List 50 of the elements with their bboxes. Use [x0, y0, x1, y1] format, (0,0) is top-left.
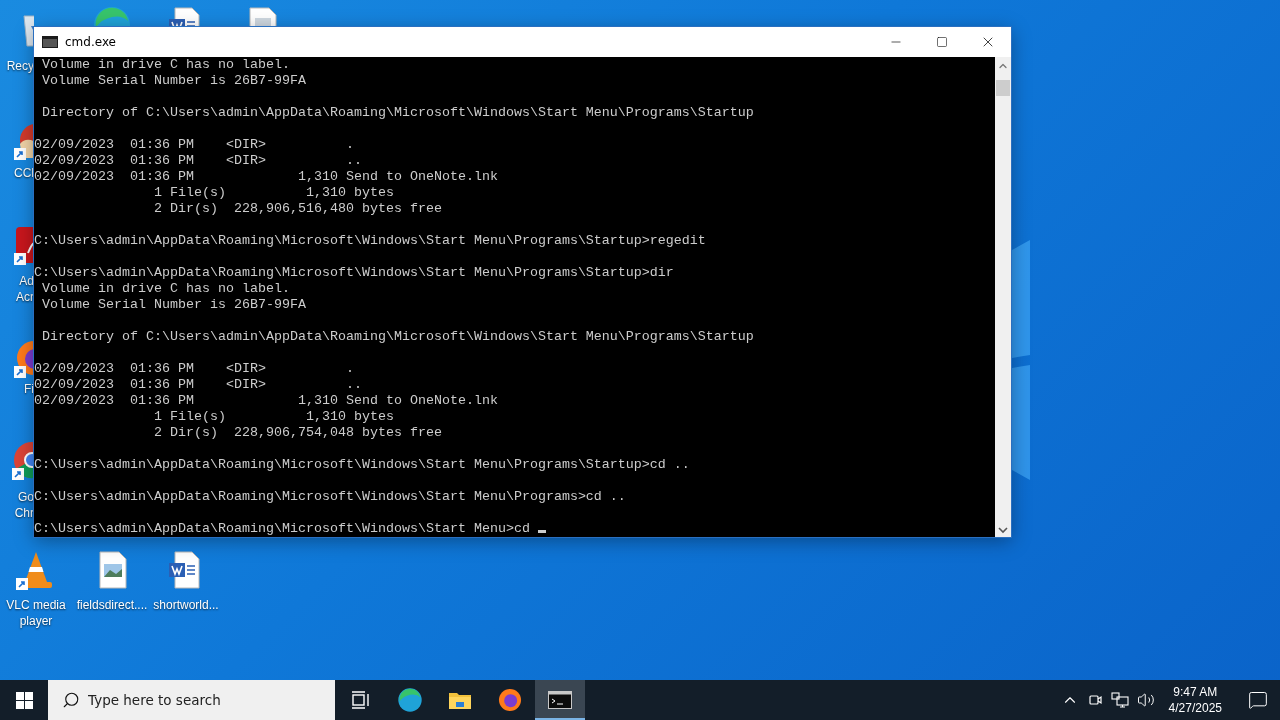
icon-label: fieldsdirect....: [75, 597, 149, 613]
console-line: C:\Users\admin\AppData\Roaming\Microsoft\Windows\Start Menu\Programs\Startup>cd ..: [34, 457, 690, 472]
icon-label: VLC media player: [5, 597, 67, 629]
task-view-icon: [350, 691, 370, 709]
terminal-icon: [548, 691, 572, 709]
console-line: 02/09/2023 01:36 PM <DIR> ..: [34, 377, 362, 392]
clock[interactable]: 9:47 AM 4/27/2025: [1160, 684, 1230, 716]
console-line: Directory of C:\Users\admin\AppData\Roaming\Microsoft\Windows\Start Menu\Programs\Startup: [41, 329, 754, 344]
console-line: 02/09/2023 01:36 PM <DIR> ..: [34, 153, 362, 168]
console-line: Volume Serial Number is 26B7-99FA: [41, 73, 306, 88]
console-line: 2 Dir(s) 228,906,754,048 bytes free: [152, 425, 442, 440]
browser-icon: [497, 687, 523, 713]
console-line: C:\Users\admin\AppData\Roaming\Microsoft\Windows\Start Menu\Programs>cd ..: [34, 489, 626, 504]
icon-label: Recy: [5, 58, 34, 74]
console-line: C:\Users\admin\AppData\Roaming\Microsoft\Windows\Start Menu\Programs\Startup>regedit: [34, 233, 706, 248]
scrollbar[interactable]: [995, 57, 1011, 537]
console-line: 1 File(s) 1,310 bytes: [152, 185, 394, 200]
windows-logo-icon: [15, 691, 33, 709]
console-line: 02/09/2023 01:36 PM 1,310 Send to OneNote.lnk: [34, 169, 498, 184]
icon-label: Fi: [23, 382, 34, 396]
network-icon: [1110, 692, 1129, 708]
console-line: 02/09/2023 01:36 PM <DIR> .: [34, 361, 354, 376]
scroll-down-icon[interactable]: [998, 526, 1008, 534]
search-field[interactable]: Type here to search: [48, 680, 335, 720]
pdf-app-icon[interactable]: [14, 225, 34, 265]
speaker-icon: [1136, 691, 1155, 709]
taskbar-app-button[interactable]: [535, 680, 585, 720]
console-line: 2 Dir(s) 228,906,516,480 bytes free: [152, 201, 442, 216]
maximize-icon: [936, 36, 948, 48]
icon-label: Go Chr: [13, 489, 34, 521]
terminal-icon: [42, 36, 58, 48]
console-line: Volume in drive C has no label.: [41, 281, 290, 296]
console-line: Directory of C:\Users\admin\AppData\Roaming\Microsoft\Windows\Start Menu\Programs\Startup: [41, 105, 754, 120]
console-line: Volume Serial Number is 26B7-99FA: [41, 297, 306, 312]
camera-icon: [1086, 692, 1103, 708]
console-line: C:\Users\admin\AppData\Roaming\Microsoft\Windows\Start Menu>cd: [34, 521, 531, 536]
console-line: 02/09/2023 01:36 PM <DIR> .: [34, 137, 354, 152]
scrollbar-thumb[interactable]: [996, 80, 1010, 96]
browser-icon: [397, 687, 423, 713]
icon-label: shortworld...: [152, 597, 220, 613]
console-line: 1 File(s) 1,310 bytes: [152, 409, 394, 424]
window-title: cmd.exe: [65, 35, 116, 49]
notification-icon: [1248, 690, 1268, 710]
console-line: 02/09/2023 01:36 PM 1,310 Send to OneNote.lnk: [34, 393, 498, 408]
folder-icon: [448, 690, 472, 710]
icon-label: Ad Acr: [15, 273, 34, 305]
search-icon: [62, 691, 80, 709]
console-line: C:\Users\admin\AppData\Roaming\Microsoft\Windows\Start Menu\Programs\Startup>dir: [34, 265, 674, 280]
console-line: Volume in drive C has no label.: [41, 57, 290, 72]
icon-label: CCl: [13, 165, 34, 181]
